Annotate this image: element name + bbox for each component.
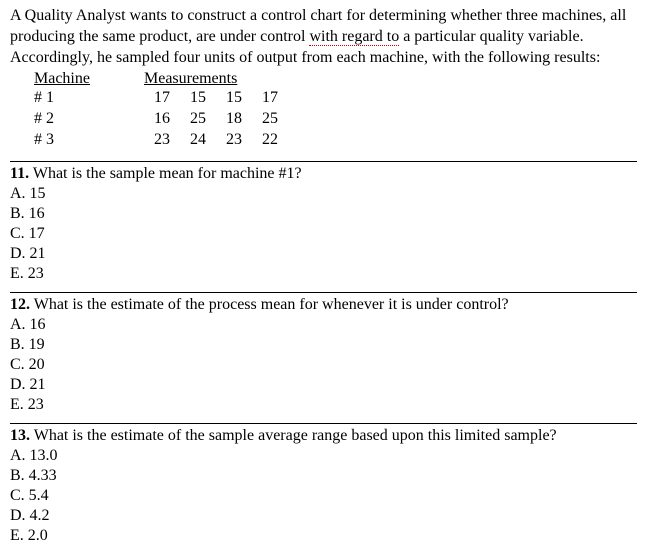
cell: 25 — [170, 109, 206, 130]
question-13: 13. What is the estimate of the sample a… — [10, 423, 637, 546]
cell: 23 — [134, 130, 170, 151]
cell: 15 — [170, 88, 206, 109]
machine-label: # 3 — [34, 130, 134, 151]
cell: 17 — [242, 88, 278, 109]
question-text: 13. What is the estimate of the sample a… — [10, 426, 637, 446]
table-row: # 1 17 15 15 17 — [34, 88, 637, 109]
option-a: A. 13.0 — [10, 446, 637, 466]
machine-label: # 2 — [34, 109, 134, 130]
option-c: C. 5.4 — [10, 486, 637, 506]
question-body: What is the sample mean for machine #1? — [29, 165, 302, 182]
cell: 24 — [170, 130, 206, 151]
option-e: E. 23 — [10, 395, 637, 415]
table-row: # 2 16 25 18 25 — [34, 109, 637, 130]
cell: 16 — [134, 109, 170, 130]
cell: 22 — [242, 130, 278, 151]
question-number: 11. — [10, 165, 29, 182]
header-measurements: Measurements — [144, 70, 237, 88]
option-b: B. 4.33 — [10, 466, 637, 486]
option-b: B. 16 — [10, 204, 637, 224]
option-e: E. 2.0 — [10, 526, 637, 546]
question-text: 12. What is the estimate of the process … — [10, 295, 637, 315]
table-header: Machine Measurements — [34, 70, 637, 88]
header-machine: Machine — [34, 70, 144, 88]
question-number: 12. — [10, 296, 30, 313]
option-a: A. 15 — [10, 184, 637, 204]
cell: 17 — [134, 88, 170, 109]
question-text: 11. What is the sample mean for machine … — [10, 164, 637, 184]
option-e: E. 23 — [10, 264, 637, 284]
intro-text: A Quality Analyst wants to construct a c… — [10, 6, 637, 68]
table-row: # 3 23 24 23 22 — [34, 130, 637, 151]
option-b: B. 19 — [10, 335, 637, 355]
question-body: What is the estimate of the process mean… — [30, 296, 509, 313]
intro-dotted: with regard to — [309, 28, 399, 46]
option-d: D. 21 — [10, 244, 637, 264]
cell: 23 — [206, 130, 242, 151]
question-body: What is the estimate of the sample avera… — [30, 427, 557, 444]
option-c: C. 20 — [10, 355, 637, 375]
question-12: 12. What is the estimate of the process … — [10, 292, 637, 415]
question-number: 13. — [10, 427, 30, 444]
machine-label: # 1 — [34, 88, 134, 109]
option-d: D. 4.2 — [10, 506, 637, 526]
question-11: 11. What is the sample mean for machine … — [10, 161, 637, 284]
cell: 15 — [206, 88, 242, 109]
option-c: C. 17 — [10, 224, 637, 244]
option-a: A. 16 — [10, 315, 637, 335]
option-d: D. 21 — [10, 375, 637, 395]
cell: 25 — [242, 109, 278, 130]
data-table: Machine Measurements # 1 17 15 15 17 # 2… — [34, 70, 637, 150]
cell: 18 — [206, 109, 242, 130]
